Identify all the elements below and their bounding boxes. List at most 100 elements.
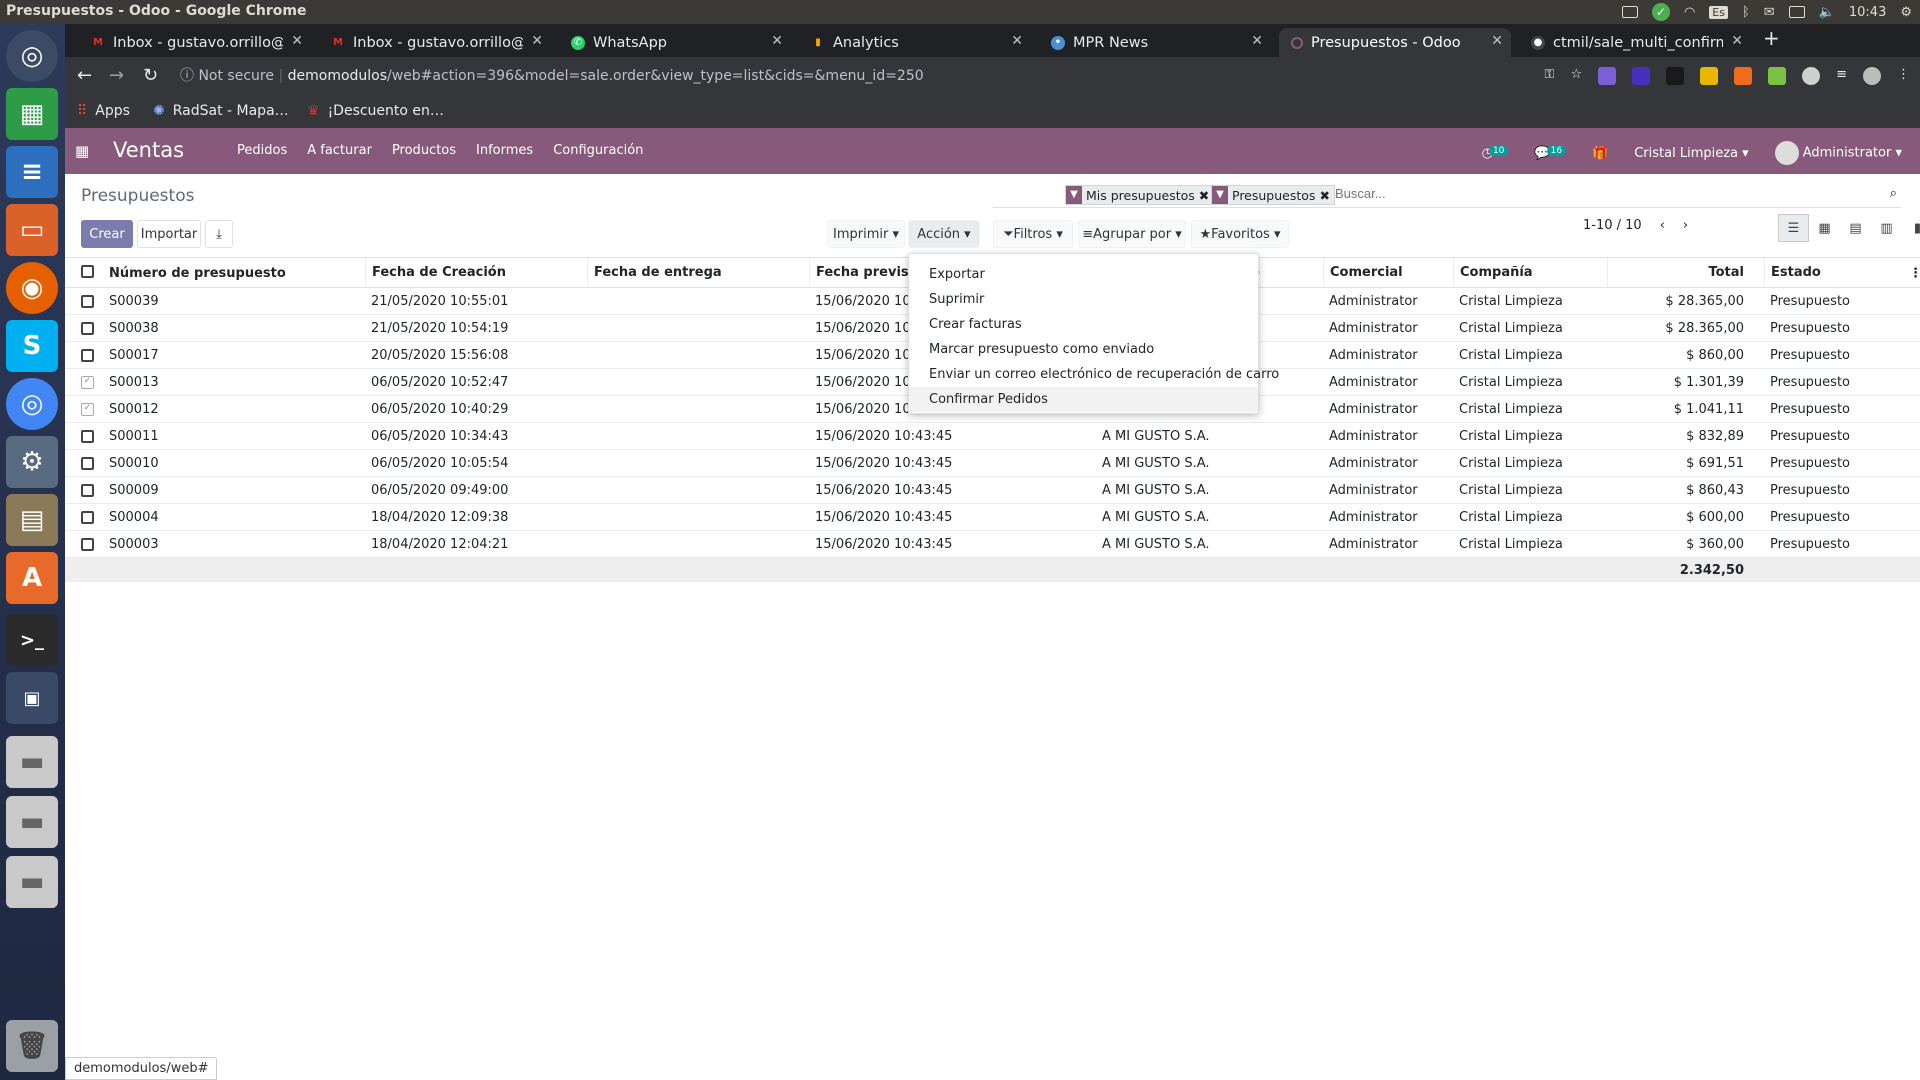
bookmark-apps[interactable]: ⠿ Apps [77,103,130,119]
filters-dropdown[interactable]: ⏷ Filtros ▾ [993,220,1073,248]
battery-icon[interactable] [1788,6,1805,18]
screen-icon[interactable] [1621,6,1638,18]
pivot-view-icon[interactable]: ▥ [1871,214,1902,242]
pager-value[interactable]: 1-10 / 10 [1583,218,1642,233]
wifi-icon[interactable]: ◠ [1684,5,1695,20]
row-checkbox[interactable] [81,430,94,443]
download-icon[interactable]: ⤓ [205,220,233,248]
table-row[interactable]: S00004 18/04/2020 12:09:38 15/06/2020 10:4… [65,504,1920,531]
action-suprimir[interactable]: Suprimir [909,287,1258,312]
spreadsheet-app-icon[interactable]: ▦ [6,88,58,140]
row-checkbox[interactable] [81,538,94,551]
import-button[interactable]: Importar [137,220,201,248]
settings-gear-icon[interactable]: ⚙ [1900,5,1912,20]
files-icon[interactable]: ▤ [6,494,58,546]
menu-informes[interactable]: Informes [476,143,533,158]
firefox-icon[interactable]: ◉ [6,262,58,314]
close-tab-icon[interactable]: ✕ [1491,33,1503,49]
row-checkbox[interactable] [81,457,94,470]
column-header[interactable]: Estado [1764,258,1821,288]
reading-list-icon[interactable]: ≡ [1836,67,1847,85]
menu-productos[interactable]: Productos [392,143,456,158]
table-row[interactable]: S00011 06/05/2020 10:34:43 15/06/2020 10:4… [65,423,1920,450]
action-confirmar-pedidos[interactable]: Confirmar Pedidos [909,387,1258,412]
breadcrumb[interactable]: Presupuestos [81,186,194,206]
tab-mpr-news[interactable]: • MPR News ✕ [1039,28,1271,57]
tab-odoo-presupuestos[interactable]: Presupuestos - Odoo ✕ [1279,28,1511,57]
extension-icon[interactable] [1598,67,1617,85]
tab-github[interactable]: ● ctmil/sale_multi_confirm ✕ [1519,28,1751,57]
terminal-icon[interactable]: >_ [6,614,58,666]
groupby-dropdown[interactable]: ≡ Agrupar por ▾ [1078,220,1186,248]
menu-pedidos[interactable]: Pedidos [237,143,287,158]
row-checkbox[interactable] [81,322,94,335]
skype-icon[interactable]: S [6,320,58,372]
action-exportar[interactable]: Exportar [909,262,1258,287]
impress-app-icon[interactable]: ▭ [6,204,58,256]
gift-icon[interactable]: 🎁 [1592,146,1608,161]
pager-previous-icon[interactable]: ‹ [1660,218,1665,233]
calendar-view-icon[interactable]: ▤ [1840,214,1871,242]
column-header[interactable]: Compañía [1453,258,1533,288]
table-row[interactable]: S00003 18/04/2020 12:04:21 15/06/2020 10:4… [65,531,1920,558]
chrome-menu-icon[interactable]: ⋮ [1897,67,1910,85]
favorites-dropdown[interactable]: ★ Favoritos ▾ [1191,220,1289,248]
select-all-checkbox[interactable] [81,265,94,278]
bookmark-star-icon[interactable]: ☆ [1570,67,1582,85]
software-center-icon[interactable]: A [6,552,58,604]
remove-facet-icon[interactable]: ✖ [1319,188,1329,203]
extension-icon[interactable] [1768,67,1787,85]
close-tab-icon[interactable]: ✕ [291,33,303,49]
action-marcar-enviado[interactable]: Marcar presupuesto como enviado [909,337,1258,362]
column-header[interactable]: Fecha de entrega [587,258,722,288]
company-switcher[interactable]: Cristal Limpieza ▾ [1634,146,1748,161]
column-header[interactable]: Fecha prevista [809,258,924,288]
search-icon[interactable]: ⌕ [1890,186,1897,201]
sync-ok-icon[interactable]: ✓ [1651,3,1670,21]
bookmark-descuento[interactable]: ♛ ¡Descuento en… [307,103,444,119]
reload-icon[interactable]: ↻ [143,65,158,86]
column-header[interactable]: Comercial [1323,258,1403,288]
menu-a-facturar[interactable]: A facturar [307,143,372,158]
remove-facet-icon[interactable]: ✖ [1199,188,1209,203]
profile-avatar[interactable] [1863,67,1881,85]
pager-next-icon[interactable]: › [1683,218,1688,233]
facet-presupuestos[interactable]: ▼ Presupuestos ✖ [1211,185,1335,205]
optional-columns-icon[interactable]: ⋮ [1909,266,1920,281]
tab-gmail-1[interactable]: M Inbox - gustavo.orrillo@m ✕ [79,28,311,57]
row-checkbox[interactable] [81,511,94,524]
drive-icon[interactable]: ▬ [6,736,58,788]
user-menu[interactable]: Administrator ▾ [1774,141,1902,165]
close-tab-icon[interactable]: ✕ [1731,33,1743,49]
forward-icon[interactable]: → [109,65,124,86]
row-checkbox[interactable] [81,484,94,497]
keyboard-layout-indicator[interactable]: Es [1709,5,1728,19]
row-checkbox[interactable]: ✓ [81,376,94,389]
kanban-view-icon[interactable]: ▦ [1809,214,1840,242]
mail-icon[interactable]: ✉ [1764,5,1775,20]
graph-view-icon[interactable]: ▮ [1902,214,1920,242]
extension-icon[interactable] [1632,67,1651,85]
extension-icon[interactable] [1734,67,1753,85]
column-header[interactable]: Fecha de Creación [365,258,506,288]
column-header[interactable]: Total [1607,258,1752,288]
key-icon[interactable]: ⚿ [1545,67,1555,85]
tab-gmail-2[interactable]: M Inbox - gustavo.orrillo@g ✕ [319,28,551,57]
bookmark-radsat[interactable]: ✺ RadSat - Mapa… [153,103,289,119]
action-crear-facturas[interactable]: Crear facturas [909,312,1258,337]
writer-app-icon[interactable]: ≡ [6,146,58,198]
workspace-switcher-icon[interactable]: ▣ [6,672,58,724]
back-icon[interactable]: ← [77,65,92,86]
trash-icon[interactable]: 🗑 [6,1020,58,1072]
action-enviar-correo-recuperacion[interactable]: Enviar un correo electrónico de recupera… [909,362,1279,387]
volume-icon[interactable]: 🔈 [1819,5,1835,20]
info-icon[interactable]: ⓘ [180,68,194,84]
create-button[interactable]: Crear [81,220,133,248]
clock[interactable]: 10:43 [1849,5,1886,20]
close-tab-icon[interactable]: ✕ [1011,33,1023,49]
tab-whatsapp[interactable]: ✆ WhatsApp ✕ [559,28,791,57]
extension-icon[interactable] [1802,67,1821,85]
list-view-icon[interactable]: ☰ [1778,214,1809,242]
close-tab-icon[interactable]: ✕ [531,33,543,49]
column-header[interactable]: Número de presupuesto [109,266,286,281]
